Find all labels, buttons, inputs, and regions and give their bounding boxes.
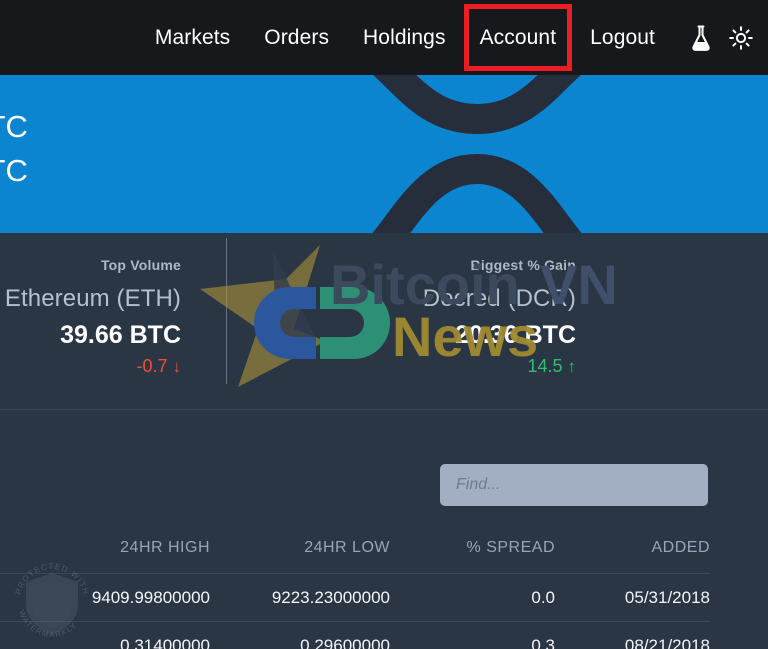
- arrow-down-icon: ↓: [172, 357, 182, 376]
- stat-asset-biggest-gain: Decred (DCR): [422, 285, 576, 312]
- column-header-24hr-high[interactable]: 24HR HIGH: [0, 525, 210, 573]
- arrow-up-icon: ↑: [567, 357, 577, 376]
- stat-value-biggest-gain: 20.36 BTC: [455, 321, 576, 349]
- table-row[interactable]: 9409.99800000 9223.23000000 0.0 05/31/20…: [0, 574, 710, 622]
- cell-added: 05/31/2018: [624, 588, 710, 607]
- table-header-row: 24HR HIGH 24HR LOW % SPREAD ADDED: [0, 525, 710, 574]
- xrp-logo: [372, 75, 582, 233]
- stats-strip: Top Volume Ethereum (ETH) 39.66 BTC -0.7…: [0, 233, 768, 410]
- column-header-24hr-low[interactable]: 24HR LOW: [210, 525, 390, 573]
- flask-icon[interactable]: [688, 24, 714, 52]
- cell-24hr-high: 0.31400000: [120, 636, 210, 649]
- app-root: Markets Orders Holdings Account Logout C…: [0, 0, 768, 649]
- table-body: 9409.99800000 9223.23000000 0.0 05/31/20…: [0, 574, 768, 649]
- markets-table: 24HR HIGH 24HR LOW % SPREAD ADDED 9409.9…: [0, 525, 768, 649]
- stat-change-top-volume: -0.7 ↓: [0, 356, 181, 377]
- nav-link-markets[interactable]: Markets: [138, 0, 247, 75]
- stat-label-top-volume: Top Volume: [100, 257, 181, 273]
- column-header-spread[interactable]: % SPREAD: [390, 525, 555, 573]
- cell-24hr-low: 9223.23000000: [271, 588, 390, 607]
- sun-icon[interactable]: [728, 24, 754, 52]
- stat-change-biggest-gain: 14.5 ↑: [300, 356, 576, 377]
- stat-change-value-top-volume: -0.7: [136, 356, 168, 376]
- nav-link-account[interactable]: Account: [463, 4, 573, 71]
- cell-spread: 0.0: [531, 588, 555, 607]
- stat-value-top-volume: 39.66 BTC: [60, 321, 181, 349]
- nav-link-list: Markets Orders Holdings Account Logout: [138, 0, 672, 75]
- stat-asset-top-volume: Ethereum (ETH): [4, 285, 181, 312]
- stat-label-biggest-gain: Biggest % Gain: [470, 257, 576, 273]
- cell-24hr-high: 9409.99800000: [91, 588, 210, 607]
- banner-line-2: 4 BTC: [0, 153, 28, 188]
- table-row[interactable]: 0.31400000 0.29600000 0.3 08/21/2018: [0, 622, 710, 649]
- search-section: [0, 410, 768, 525]
- cell-added: 08/21/2018: [624, 636, 710, 649]
- hero-banner: 1 BTC 4 BTC: [0, 75, 768, 233]
- stat-card-biggest-gain[interactable]: Biggest % Gain Decred (DCR) 20.36 BTC 14…: [300, 233, 576, 377]
- cell-24hr-low: 0.29600000: [300, 636, 390, 649]
- top-navbar: Markets Orders Holdings Account Logout: [0, 0, 768, 75]
- nav-icon-group: [688, 24, 754, 52]
- banner-line-1: 1 BTC: [0, 109, 28, 144]
- stat-change-value-biggest-gain: 14.5: [527, 356, 563, 376]
- nav-link-logout[interactable]: Logout: [573, 0, 672, 75]
- search-input[interactable]: [440, 464, 708, 506]
- nav-link-orders[interactable]: Orders: [247, 0, 346, 75]
- nav-link-holdings[interactable]: Holdings: [346, 0, 463, 75]
- cell-spread: 0.3: [531, 636, 555, 649]
- column-header-added[interactable]: ADDED: [555, 525, 710, 573]
- stat-card-top-volume[interactable]: Top Volume Ethereum (ETH) 39.66 BTC -0.7…: [0, 233, 181, 377]
- stats-divider: [226, 238, 227, 384]
